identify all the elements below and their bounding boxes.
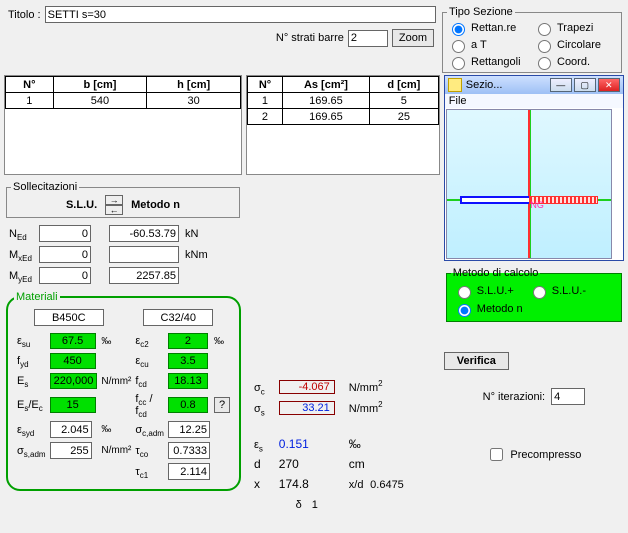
section-window-titlebar[interactable]: Sezio... — ▢ ✕ — [445, 76, 623, 94]
verifica-button[interactable]: Verifica — [444, 352, 509, 370]
niter-label: N° iterazioni: — [483, 391, 545, 403]
concrete-class-input[interactable] — [143, 309, 213, 326]
materiali-group: Materiali εsu67.5‰εc22‰ fyd450εcu3.5 Es2… — [6, 291, 241, 491]
table-row[interactable]: 2169.6525 — [248, 109, 439, 125]
title-input[interactable] — [45, 6, 436, 23]
metodo-calcolo-legend: Metodo di calcolo — [451, 267, 541, 279]
section-window: Sezio... — ▢ ✕ File NG — [444, 75, 624, 261]
metodo-calcolo-group: Metodo di calcolo S.L.U.+ S.L.U.- Metodo n — [446, 267, 622, 322]
sollec-Ed-right[interactable] — [109, 225, 179, 242]
section-window-title: Sezio... — [466, 79, 548, 91]
sollec-yEd-left[interactable] — [39, 267, 91, 284]
precompresso-checkbox[interactable] — [490, 448, 503, 461]
sectype-rettanre[interactable]: Rettan.re — [447, 20, 525, 36]
sollecitazioni-group: Sollecitazioni S.L.U. → ← Metodo n — [6, 181, 240, 218]
close-button[interactable]: ✕ — [598, 78, 620, 92]
sollec-xEd-right[interactable] — [109, 246, 179, 263]
section-midline — [528, 110, 530, 258]
niter-input[interactable] — [551, 388, 585, 405]
precompresso-label: Precompresso — [510, 449, 581, 461]
menu-file[interactable]: File — [449, 95, 467, 107]
x-value: 174.8 — [273, 475, 341, 493]
tipo-sezione-legend: Tipo Sezione — [447, 6, 515, 18]
steel-class-input[interactable] — [34, 309, 104, 326]
eps-s-value: 0.151 — [273, 435, 341, 453]
strati-label: N° strati barre — [276, 32, 344, 44]
calc-slu[interactable]: S.L.U.+ — [453, 283, 514, 299]
table-row[interactable]: 154030 — [6, 93, 241, 109]
tipo-sezione-group: Tipo Sezione Rettan.re Trapezi a T Circolar… — [442, 6, 622, 73]
sectype-trapezi[interactable]: Trapezi — [533, 20, 611, 36]
title-label: Titolo : — [8, 9, 41, 21]
calc-metodon[interactable]: Metodo n — [453, 301, 523, 317]
strati-input[interactable] — [348, 30, 388, 47]
sectype-coord[interactable]: Coord. — [533, 54, 611, 70]
sectype-circolare[interactable]: Circolare — [533, 37, 611, 53]
geometry-table-wrap: N°b [cm]h [cm] 154030 — [4, 75, 242, 175]
calc-slu[interactable]: S.L.U.- — [528, 283, 586, 299]
arrow-right-icon[interactable]: → — [105, 195, 123, 205]
geometry-table[interactable]: N°b [cm]h [cm] 154030 — [5, 76, 241, 109]
materiali-legend: Materiali — [14, 291, 60, 303]
minimize-button[interactable]: — — [550, 78, 572, 92]
zoom-button[interactable]: Zoom — [392, 29, 434, 47]
xd-value: 0.6475 — [370, 479, 404, 491]
sollec-Ed-left[interactable] — [39, 225, 91, 242]
arrow-left-icon[interactable]: ← — [105, 205, 123, 215]
maximize-button[interactable]: ▢ — [574, 78, 596, 92]
sollec-left-label: S.L.U. — [66, 199, 97, 211]
sollec-xEd-left[interactable] — [39, 246, 91, 263]
sectype-at[interactable]: a T — [447, 37, 525, 53]
section-window-icon — [448, 78, 462, 92]
section-centroid-label: NG — [530, 200, 544, 210]
rebar-table-wrap: N°As [cm²]d [cm] 1169.6552169.6525 — [246, 75, 440, 175]
rebar-table[interactable]: N°As [cm²]d [cm] 1169.6552169.6525 — [247, 76, 439, 125]
materials-table: εsu67.5‰εc22‰ fyd450εcu3.5 Es220,000N/mm… — [14, 330, 233, 483]
d-value: 270 — [273, 455, 341, 473]
sollec-swap-arrows[interactable]: → ← — [105, 195, 123, 215]
section-canvas: NG — [446, 109, 612, 259]
results-table: σc -4.067 N/mm2 σs 33.21 N/mm2 εs 0.151 … — [246, 375, 412, 515]
sollec-legend: Sollecitazioni — [11, 181, 79, 193]
sigma-c-value: -4.067 — [279, 380, 335, 394]
sectype-rettangoli[interactable]: Rettangoli — [447, 54, 525, 70]
sollec-yEd-right[interactable] — [109, 267, 179, 284]
sollec-values: NEdkNMxEdkNmMyEd — [6, 222, 211, 287]
sollec-right-label: Metodo n — [131, 199, 180, 211]
delta-value: 1 — [312, 499, 318, 511]
sigma-s-value: 33.21 — [279, 401, 335, 415]
help-button[interactable]: ? — [214, 397, 230, 413]
table-row[interactable]: 1169.655 — [248, 93, 439, 109]
